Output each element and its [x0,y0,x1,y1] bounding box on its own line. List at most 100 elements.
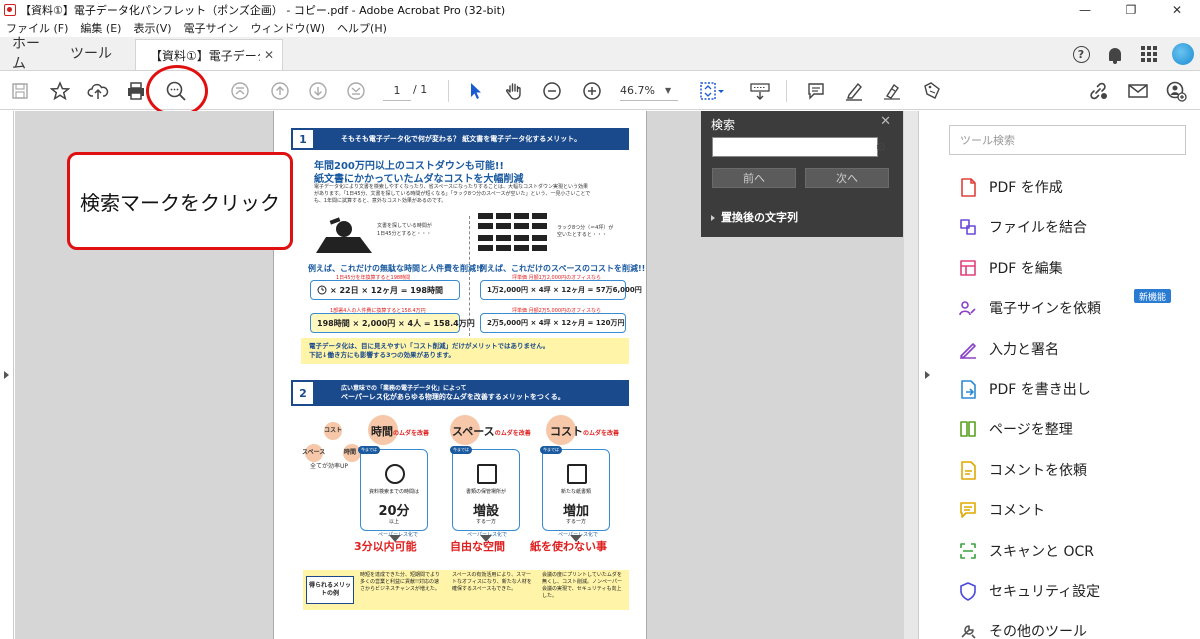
add-user-button[interactable] [1162,77,1190,105]
select-tool-button[interactable] [462,77,490,105]
tool-item-export-pdf[interactable]: PDF を書き出し [957,374,1091,404]
pointer-arrow-icon [471,83,481,99]
edit-pdf-icon [957,257,979,279]
tab-home[interactable]: ホーム [0,36,60,72]
request-esign-icon [957,297,979,319]
zoom-out-button[interactable] [538,77,566,105]
fit-page-icon [700,82,724,100]
minus-circle-icon [543,82,561,100]
replace-with-toggle[interactable]: 置換後の文字列 [711,209,798,225]
card-caption: 資料検索までの時間は [368,489,419,495]
fit-page-button[interactable] [698,77,726,105]
restore-button[interactable]: ❐ [1108,0,1154,19]
tool-item-edit-pdf[interactable]: PDF を編集 [957,253,1063,283]
comment-tool-button[interactable] [802,77,830,105]
organize-pages-icon [957,418,979,440]
help-button[interactable]: ? [1064,37,1098,71]
section-title: そもそも電子データ化で何が変わる？ 紙文書を電子データ化するメリット。 [341,135,582,143]
tool-item-label: PDF を作成 [989,180,1063,196]
keyboard-icon [750,83,770,100]
tool-item-combine-files[interactable]: ファイルを結合 [957,212,1087,242]
tool-item-more-tools[interactable]: その他のツール [957,616,1087,639]
vertical-scrollbar[interactable] [904,111,918,639]
tab-document[interactable]: 【資料①】電子データ... ✕ [135,39,283,70]
email-button[interactable] [1124,77,1152,105]
share-link-button[interactable] [1084,77,1112,105]
tool-item-comment[interactable]: コメント [957,495,1045,525]
pen-highlight-icon [846,82,862,101]
previous-result-button[interactable]: 前へ [712,168,796,188]
note-line: 下記↓働き方にも影響する3つの効果があります。 [309,351,455,359]
hand-icon [505,83,521,100]
tool-item-organize-pages[interactable]: ページを整理 [957,414,1073,444]
upload-cloud-button[interactable] [84,77,112,105]
close-tab-icon[interactable]: ✕ [264,48,274,62]
tool-item-fill-sign[interactable]: 入力と署名 [957,334,1059,364]
menu-window[interactable]: ウィンドウ(W) [245,20,331,36]
section-subtitle: 広い意味での「業務の電子データ化」によって [341,385,467,392]
tabbar-right-icons: ? [1064,37,1200,71]
diagram-caption: 全てが効率UP [310,463,349,470]
page-number-input[interactable]: 1 [383,81,411,101]
tool-item-label: 電子サインを依頼 [989,301,1101,318]
column-card: 今までは 書類の保管場所が 増設 する一方 [450,446,520,531]
comment-bubble-icon [808,83,824,100]
right-panel-toggle[interactable] [918,111,936,639]
next-result-button[interactable]: 次へ [805,168,889,188]
instruction-callout: 検索マークをクリック [67,152,293,250]
result-text: 自由な空間 [450,540,505,553]
last-page-button[interactable] [342,77,370,105]
bell-icon [1109,47,1121,64]
tab-tools[interactable]: ツール [60,36,135,70]
left-panel-toggle[interactable] [0,111,14,639]
tool-item-label: ファイルを結合 [989,220,1087,237]
bookmark-star-button[interactable] [46,77,74,105]
apps-button[interactable] [1132,37,1166,71]
doc-subheading: 例えば、これだけの無駄な時間と人件費を削減!! [308,264,484,273]
tool-item-request-comment[interactable]: コメントを依頼 [957,455,1087,485]
keyboard-scroll-button[interactable] [746,77,774,105]
tool-search-input[interactable]: ツール検索 [949,125,1186,155]
notifications-button[interactable] [1098,37,1132,71]
first-page-button[interactable] [226,77,254,105]
next-page-button[interactable] [304,77,332,105]
security-icon [957,580,979,602]
doc-text: 電子データ化により文書を検索しやすくなったり、省スペースになったりすることは、大… [314,184,589,190]
previous-page-button[interactable] [266,77,294,105]
save-button[interactable] [6,77,34,105]
menu-help[interactable]: ヘルプ(H) [331,20,393,36]
sign-tool-button[interactable] [878,77,906,105]
hand-tool-button[interactable] [500,77,528,105]
find-panel-title: 検索 [711,118,736,132]
section-1-banner: 1 そもそも電子データ化で何が変わる？ 紙文書を電子データ化するメリット。 [291,128,629,150]
tool-item-scan-ocr[interactable]: スキャンと OCR [957,536,1094,566]
minimize-button[interactable]: — [1062,0,1108,19]
request-comment-icon [957,459,979,481]
more-tools-icon [957,620,979,639]
menu-edit[interactable]: 編集 (E) [74,20,127,36]
tool-item-request-esign[interactable]: 電子サインを依頼 [957,293,1101,323]
tool-item-security[interactable]: セキュリティ設定 [957,576,1100,606]
card-caption: 新たな紙書類 [560,489,591,495]
highlight-tool-button[interactable] [840,77,868,105]
gear-icon[interactable]: ⚙ [873,139,889,155]
help-icon: ? [1072,45,1090,63]
acrobat-app-icon [4,3,16,16]
zoom-level-select[interactable]: 46.7% ▼ [620,81,678,101]
shelf-racks-illustration [478,213,547,251]
search-input[interactable] [712,137,878,157]
stamp-tool-button[interactable] [918,77,946,105]
account-button[interactable] [1166,37,1200,71]
tag-stamp-icon [924,82,940,99]
close-window-button[interactable]: ✕ [1154,0,1200,19]
tool-item-create-pdf[interactable]: PDF を作成 [957,172,1063,202]
arrow-up-circle-icon [271,82,289,100]
zoom-in-button[interactable] [578,77,606,105]
menu-esign[interactable]: 電子サイン [178,20,245,36]
badge: 今までは [450,446,472,454]
close-icon[interactable]: ✕ [880,114,891,129]
menu-view[interactable]: 表示(V) [127,20,177,36]
column-heading: スペースのムダを改善 [452,425,531,438]
collapse-right-icon [925,371,930,379]
toolbar-divider [448,80,449,102]
